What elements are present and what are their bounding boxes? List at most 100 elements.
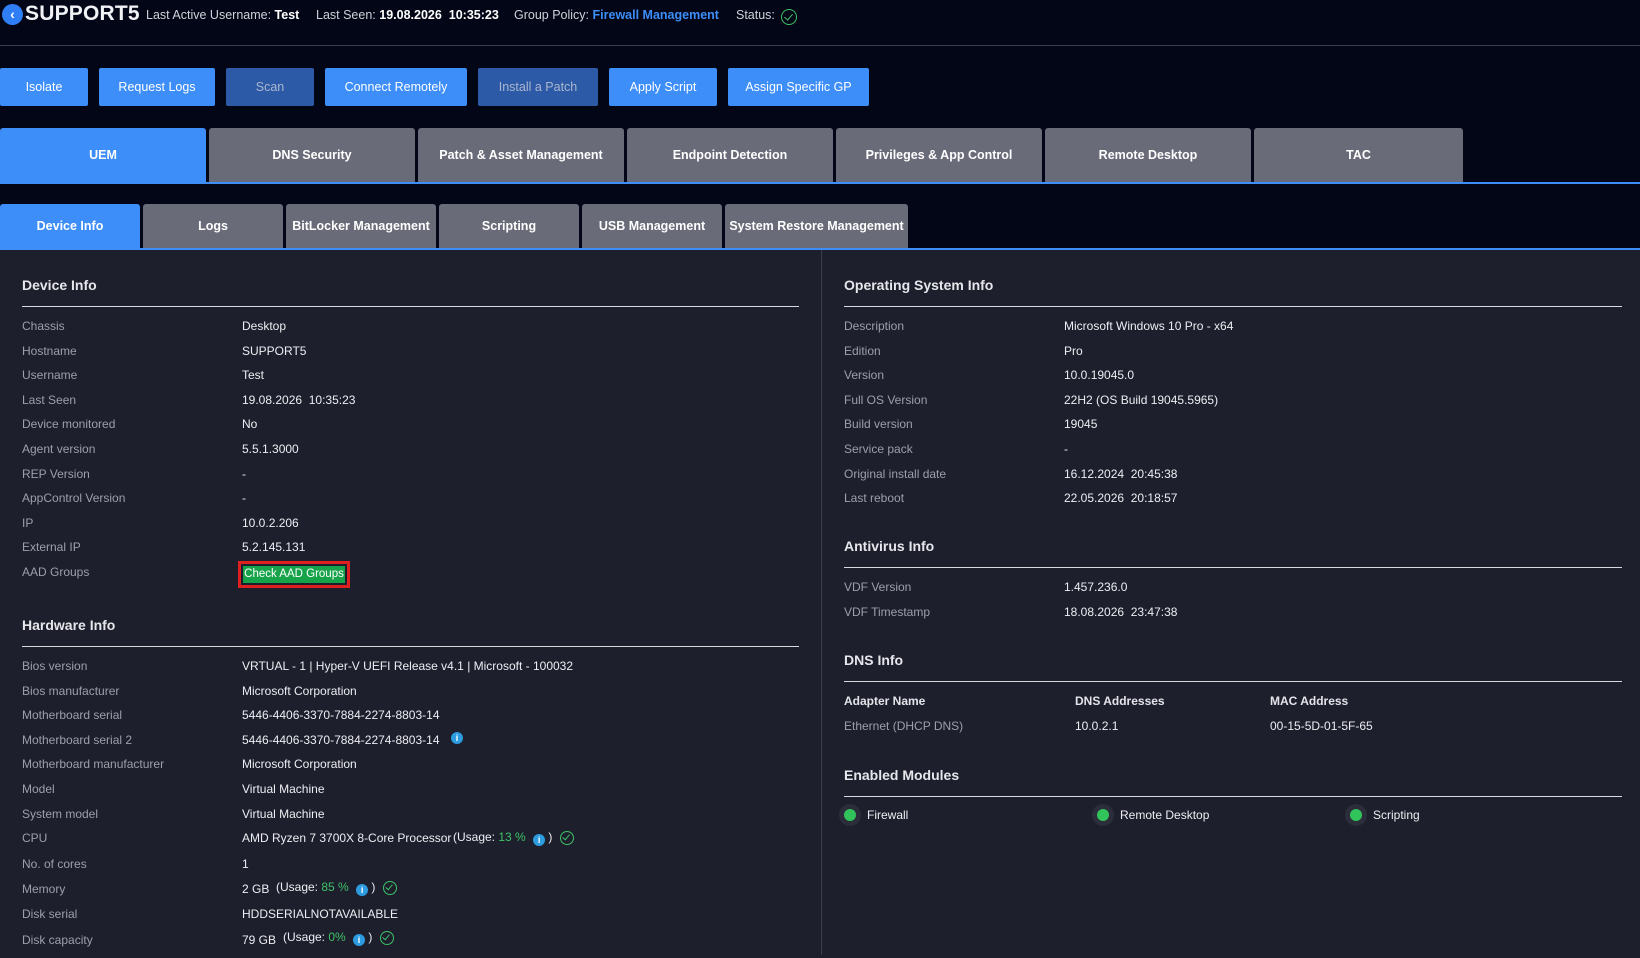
info-icon[interactable]: i bbox=[451, 732, 463, 744]
row-value: Microsoft Corporation bbox=[242, 757, 357, 772]
row-label: Build version bbox=[844, 417, 913, 432]
row-label: Motherboard serial 2 bbox=[22, 732, 133, 747]
usage-label: (Usage: bbox=[276, 880, 319, 894]
tab-dns-security[interactable]: DNS Security bbox=[209, 128, 415, 182]
module-firewall: Firewall bbox=[867, 808, 909, 822]
row-value: 5446-4406-3370-7884-2274-8803-14 bbox=[242, 732, 440, 747]
row-value: 19045 bbox=[1064, 417, 1098, 432]
last-seen: Last Seen: 19.08.2026 10:35:23 bbox=[316, 8, 499, 22]
isolate-button[interactable]: Isolate bbox=[0, 68, 88, 106]
row-value: Microsoft Corporation bbox=[242, 683, 357, 698]
row-value: 5446-4406-3370-7884-2274-8803-14 bbox=[242, 708, 440, 723]
row-value: 1 bbox=[242, 856, 249, 871]
module-status-icon bbox=[1345, 804, 1367, 826]
divider bbox=[22, 646, 799, 647]
row-label: Motherboard serial bbox=[22, 708, 123, 723]
cpu-usage-value: 13 % bbox=[498, 830, 526, 844]
connect-remotely-button[interactable]: Connect Remotely bbox=[325, 68, 467, 106]
divider bbox=[22, 306, 799, 307]
row-value: 79 GB bbox=[242, 932, 277, 947]
enabled-modules-title: Enabled Modules bbox=[844, 767, 960, 783]
usage-label: (Usage: bbox=[453, 830, 496, 844]
tab-system-restore-management[interactable]: System Restore Management bbox=[725, 204, 908, 248]
info-icon[interactable]: i bbox=[533, 834, 546, 846]
row-value: - bbox=[242, 466, 246, 481]
row-value: Pro bbox=[1064, 343, 1083, 358]
tab-bitlocker-management[interactable]: BitLocker Management bbox=[286, 204, 436, 248]
last-seen-label: Last Seen: bbox=[316, 8, 376, 22]
row-value: 10.0.2.206 bbox=[242, 515, 299, 530]
row-value: Virtual Machine bbox=[242, 782, 325, 796]
check-circle-icon bbox=[559, 831, 574, 845]
divider bbox=[844, 306, 1622, 307]
row-label: No. of cores bbox=[22, 856, 87, 871]
usage-close: ) bbox=[548, 830, 553, 844]
cpu-usage: (Usage: 13 % i ) bbox=[453, 830, 574, 846]
row-label: AppControl Version bbox=[22, 491, 126, 506]
row-label: AAD Groups bbox=[22, 565, 90, 579]
check-aad-groups-button[interactable]: Check AAD Groups bbox=[243, 566, 345, 583]
module-status-icon bbox=[839, 804, 861, 826]
memory-usage-value: 85 % bbox=[321, 880, 349, 894]
assign-specific-gp-button[interactable]: Assign Specific GP bbox=[728, 68, 869, 106]
row-label: VDF Timestamp bbox=[844, 604, 931, 619]
module-remote-desktop: Remote Desktop bbox=[1120, 808, 1210, 822]
info-icon[interactable]: i bbox=[356, 884, 369, 896]
row-label: Service pack bbox=[844, 442, 913, 456]
dns-address: 10.0.2.1 bbox=[1075, 719, 1119, 733]
tab-usb-management[interactable]: USB Management bbox=[582, 204, 722, 248]
row-value: Test bbox=[242, 368, 265, 383]
apply-script-button[interactable]: Apply Script bbox=[609, 68, 717, 106]
device-info-title: Device Info bbox=[22, 277, 97, 293]
row-value: VRTUAL - 1 | Hyper-V UEFI Release v4.1 |… bbox=[242, 659, 574, 673]
last-active-username: Last Active Username: Test bbox=[146, 8, 299, 22]
divider bbox=[844, 796, 1622, 797]
dns-header-adapter: Adapter Name bbox=[844, 694, 926, 708]
row-value: 22.05.2026 20:18:57 bbox=[1064, 491, 1178, 506]
row-value: HDDSERIALNOTAVAILABLE bbox=[242, 907, 399, 921]
info-icon[interactable]: i bbox=[353, 934, 366, 946]
os-info-title: Operating System Info bbox=[844, 277, 994, 293]
row-label: Version bbox=[844, 368, 885, 383]
row-label: Hostname bbox=[22, 343, 77, 358]
row-value: Microsoft Windows 10 Pro - x64 bbox=[1064, 319, 1234, 333]
divider bbox=[844, 681, 1622, 682]
usage-close: ) bbox=[368, 930, 373, 944]
row-value: Desktop bbox=[242, 319, 287, 333]
tab-remote-desktop[interactable]: Remote Desktop bbox=[1045, 128, 1251, 182]
row-label: CPU bbox=[22, 831, 48, 846]
divider bbox=[844, 567, 1622, 568]
row-label: Username bbox=[22, 368, 78, 383]
row-value: 19.08.2026 10:35:23 bbox=[242, 392, 356, 407]
action-bar: Isolate Request Logs Scan Connect Remote… bbox=[0, 46, 1640, 128]
row-value: Virtual Machine bbox=[242, 806, 325, 821]
dns-header-mac: MAC Address bbox=[1270, 694, 1349, 708]
tab-device-info[interactable]: Device Info bbox=[0, 204, 140, 248]
tab-logs[interactable]: Logs bbox=[143, 204, 283, 248]
row-label: VDF Version bbox=[844, 580, 912, 594]
tab-privileges-app-control[interactable]: Privileges & App Control bbox=[836, 128, 1042, 182]
dns-adapter-name: Ethernet (DHCP DNS) bbox=[844, 719, 964, 733]
tab-scripting[interactable]: Scripting bbox=[439, 204, 579, 248]
group-policy: Group Policy: Firewall Management bbox=[514, 8, 719, 22]
request-logs-button[interactable]: Request Logs bbox=[99, 68, 215, 106]
usage-close: ) bbox=[371, 880, 376, 894]
tab-endpoint-detection[interactable]: Endpoint Detection bbox=[627, 128, 833, 182]
status-label: Status: bbox=[736, 8, 775, 22]
column-divider bbox=[821, 250, 822, 955]
row-label: Motherboard manufacturer bbox=[22, 757, 165, 772]
usage-label: (Usage: bbox=[283, 930, 326, 944]
tab-tac[interactable]: TAC bbox=[1254, 128, 1463, 182]
disk-usage: (Usage: 0% i ) bbox=[283, 930, 394, 946]
main-tabs: UEM DNS Security Patch & Asset Managemen… bbox=[0, 128, 1640, 184]
row-value: 16.12.2024 20:45:38 bbox=[1064, 466, 1178, 481]
tab-uem[interactable]: UEM bbox=[0, 128, 206, 182]
row-label: Bios version bbox=[22, 659, 88, 673]
tab-patch-asset-management[interactable]: Patch & Asset Management bbox=[418, 128, 624, 182]
scan-button[interactable]: Scan bbox=[226, 68, 314, 106]
check-circle-icon bbox=[780, 9, 797, 25]
install-patch-button[interactable]: Install a Patch bbox=[478, 68, 598, 106]
group-policy-link[interactable]: Firewall Management bbox=[593, 8, 719, 22]
row-label: System model bbox=[22, 806, 99, 821]
chevron-left-icon[interactable]: ‹ bbox=[2, 4, 23, 25]
